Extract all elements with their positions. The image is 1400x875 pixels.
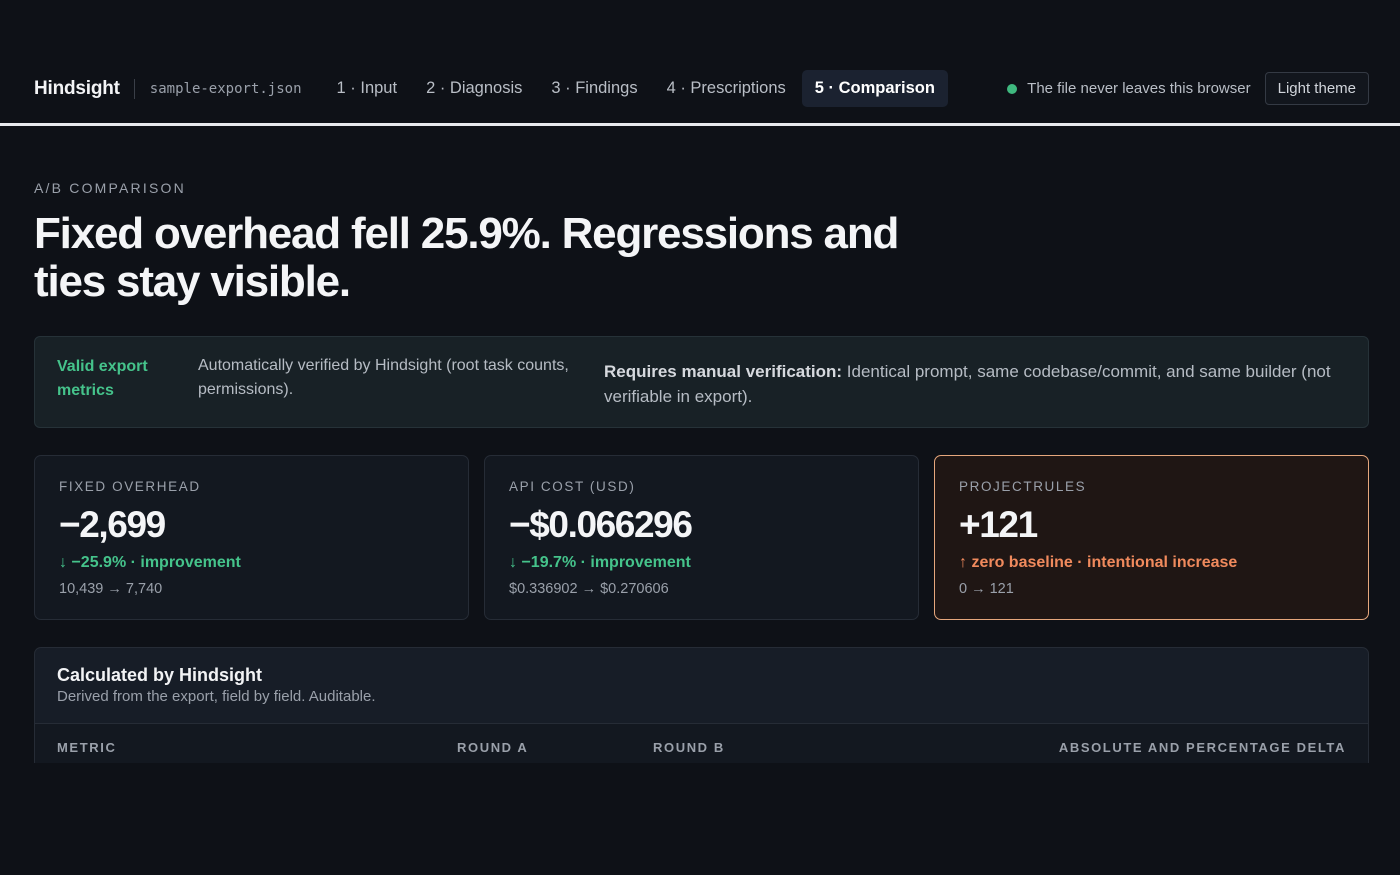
- card-range: 10,439 → 7,740: [59, 581, 163, 597]
- card-delta-text: −19.7% · improvement: [521, 554, 691, 571]
- card-label: PROJECTRULES: [959, 479, 1087, 494]
- table-title: Calculated by Hindsight: [57, 665, 263, 685]
- column-header-round-a[interactable]: ROUND A: [457, 740, 528, 755]
- privacy-note: The file never leaves this browser: [1027, 80, 1251, 97]
- metric-card-api-cost: API COST (USD) −$0.066296 ↓ −19.7% · imp…: [484, 455, 919, 620]
- banner-label: Valid export metrics: [57, 358, 148, 399]
- privacy-status: The file never leaves this browser: [1007, 80, 1251, 97]
- status-dot-icon: [1007, 83, 1018, 94]
- nav-tab-prescriptions[interactable]: 4 · Prescriptions: [654, 70, 799, 107]
- banner-auto-verified-text: Automatically verified by Hindsight (roo…: [198, 357, 569, 398]
- page-headline: Fixed overhead fell 25.9%. Regressions a…: [34, 209, 899, 306]
- column-header-delta[interactable]: ABSOLUTE AND PERCENTAGE DELTA: [1059, 740, 1346, 755]
- table-header-row: METRIC ROUND A ROUND B ABSOLUTE AND PERC…: [35, 724, 1368, 763]
- manual-verification-heading: Requires manual verification:: [604, 362, 843, 381]
- nav-tab-input[interactable]: 1 · Input: [324, 70, 411, 107]
- card-range: 0 → 121: [959, 581, 1014, 597]
- calculated-metrics-table: Calculated by Hindsight Derived from the…: [34, 647, 1369, 763]
- arrow-down-icon: ↓: [509, 554, 517, 571]
- card-label: API COST (USD): [509, 479, 636, 494]
- metric-card-projectrules: PROJECTRULES +121 ↑ zero baseline · inte…: [934, 455, 1369, 620]
- brand-divider: [133, 78, 135, 99]
- nav-tab-comparison[interactable]: 5 · Comparison: [801, 70, 948, 107]
- card-range: $0.336902 → $0.270606: [509, 581, 669, 597]
- card-delta-text: −25.9% · improvement: [71, 554, 241, 571]
- metric-card-fixed-overhead: FIXED OVERHEAD −2,699 ↓ −25.9% · improve…: [34, 455, 469, 620]
- section-eyebrow: A/B COMPARISON: [34, 180, 186, 196]
- card-delta-text: zero baseline · intentional increase: [971, 554, 1238, 571]
- table-subtitle: Derived from the export, field by field.…: [57, 688, 376, 705]
- top-bar-content: Hindsight sample-export.json 1 · Input 2…: [34, 70, 1369, 107]
- step-nav: 1 · Input 2 · Diagnosis 3 · Findings 4 ·…: [324, 70, 951, 107]
- banner-manual-verification: Requires manual verification: Identical …: [604, 359, 1354, 409]
- top-bar: Hindsight sample-export.json 1 · Input 2…: [0, 0, 1400, 126]
- theme-toggle-button[interactable]: Light theme: [1264, 72, 1369, 105]
- card-value: −$0.066296: [509, 504, 693, 545]
- file-name: sample-export.json: [149, 80, 302, 97]
- nav-tab-diagnosis[interactable]: 2 · Diagnosis: [413, 70, 535, 107]
- arrow-down-icon: ↓: [59, 554, 67, 571]
- column-header-round-b[interactable]: ROUND B: [653, 740, 725, 755]
- column-header-metric[interactable]: METRIC: [57, 740, 116, 755]
- brand-logo[interactable]: Hindsight: [34, 78, 120, 100]
- card-delta: ↑ zero baseline · intentional increase: [959, 554, 1237, 572]
- header-divider: [0, 123, 1400, 126]
- verification-banner: Valid export metrics Automatically verif…: [34, 336, 1369, 428]
- arrow-up-icon: ↑: [959, 554, 967, 571]
- nav-tab-findings[interactable]: 3 · Findings: [538, 70, 650, 107]
- card-label: FIXED OVERHEAD: [59, 479, 201, 494]
- card-value: −2,699: [59, 504, 166, 545]
- card-delta: ↓ −19.7% · improvement: [509, 554, 691, 572]
- card-value: +121: [959, 504, 1038, 545]
- card-delta: ↓ −25.9% · improvement: [59, 554, 241, 572]
